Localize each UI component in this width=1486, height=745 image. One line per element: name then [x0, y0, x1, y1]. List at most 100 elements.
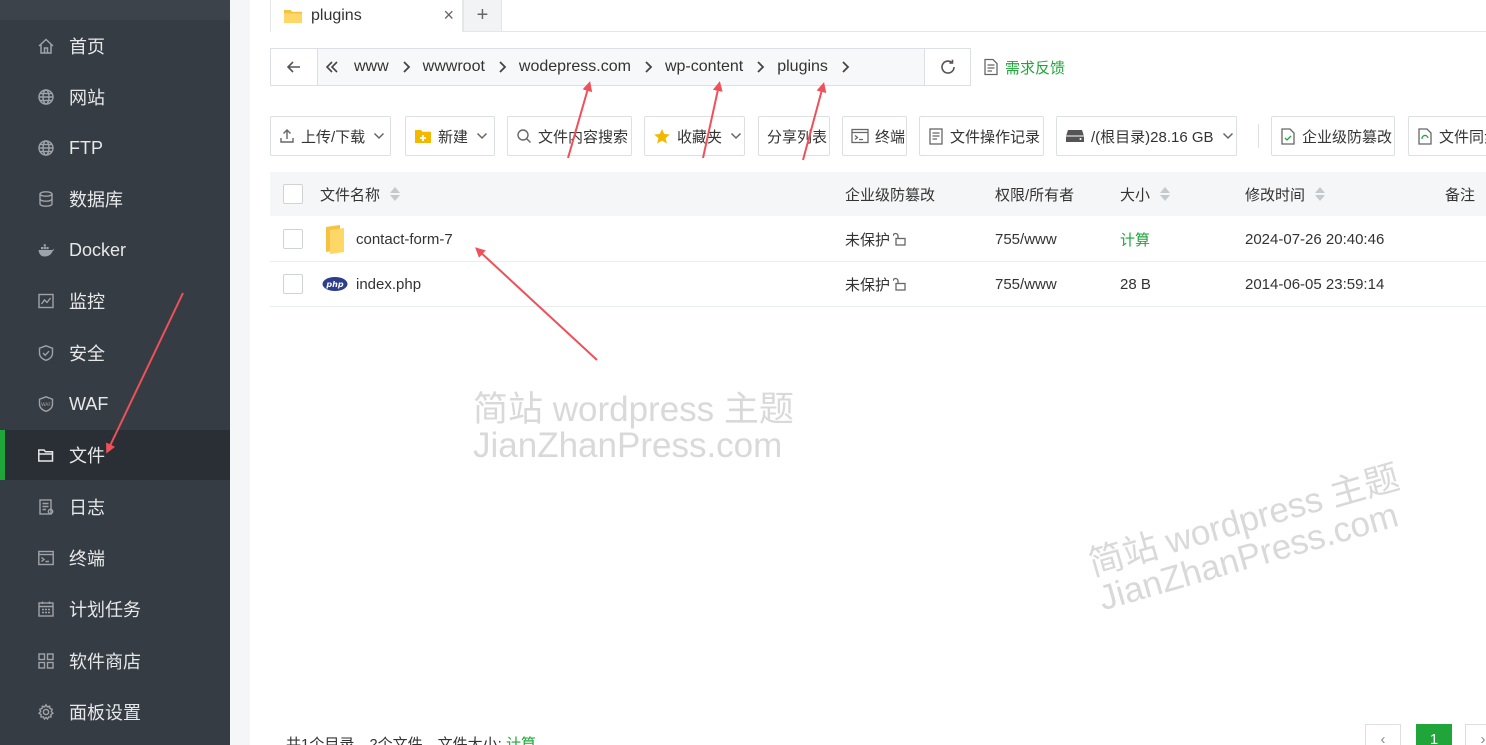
breadcrumb-www[interactable]: www [354, 58, 389, 76]
close-icon[interactable]: × [443, 5, 454, 26]
col-mtime-header[interactable]: 修改时间 [1245, 172, 1326, 216]
double-chevron-left-icon[interactable] [324, 60, 340, 74]
sort-icon[interactable] [1160, 187, 1171, 201]
breadcrumb[interactable]: www wwwroot wodepress.com wp-content plu… [318, 49, 924, 85]
page-1-button[interactable]: 1 [1416, 724, 1452, 745]
header-label: 修改时间 [1245, 186, 1306, 204]
file-name[interactable]: index.php [356, 262, 421, 306]
next-page-button[interactable]: › [1465, 724, 1486, 745]
edit-note-icon [983, 58, 999, 76]
hard-drive-icon [1065, 129, 1085, 143]
table-row[interactable]: contact-form-7 未保护 755/www 计算 2024-07-26… [270, 217, 1486, 262]
sidebar-item-label: 数据库 [69, 190, 123, 210]
sidebar-item-cron[interactable]: 计划任务 [0, 584, 230, 634]
row-checkbox[interactable] [283, 229, 303, 249]
folder-icon [37, 446, 55, 464]
col-name-header[interactable]: 文件名称 [320, 172, 401, 216]
unlock-icon [893, 277, 907, 291]
footer-calc-link[interactable]: 计算 [506, 736, 536, 745]
tamper-status-label: 未保护 [845, 276, 891, 294]
upload-icon [279, 128, 295, 144]
chevron-right-icon [497, 60, 507, 74]
sidebar-item-store[interactable]: 软件商店 [0, 636, 230, 686]
share-list-button[interactable]: 分享列表 [758, 116, 830, 156]
monitor-icon [37, 292, 55, 310]
terminal-button[interactable]: 终端 [842, 116, 907, 156]
permission[interactable]: 755/www [995, 262, 1057, 306]
breadcrumb-plugins[interactable]: plugins [777, 58, 828, 76]
search-icon [516, 128, 532, 144]
permission[interactable]: 755/www [995, 217, 1057, 261]
upload-download-button[interactable]: 上传/下载 [270, 116, 391, 156]
table-row[interactable]: php index.php 未保护 755/www 28 B 2014-06-0… [270, 262, 1486, 307]
feedback-label: 需求反馈 [1005, 59, 1066, 77]
file-size: 28 B [1120, 275, 1151, 293]
favorites-button[interactable]: 收藏夹 [644, 116, 745, 156]
home-icon [37, 37, 55, 55]
sort-icon[interactable] [390, 187, 401, 201]
header-label: 文件名称 [320, 186, 381, 204]
button-label: 上传/下载 [301, 128, 366, 146]
sidebar-item-ftp[interactable]: FTP [0, 123, 230, 173]
col-size-header[interactable]: 大小 [1120, 172, 1171, 216]
sidebar-item-database[interactable]: 数据库 [0, 174, 230, 224]
svg-text:php: php [325, 280, 343, 289]
sidebar-item-home[interactable]: 首页 [0, 21, 230, 71]
ftp-globe-icon [37, 139, 55, 157]
refresh-button[interactable] [924, 49, 970, 85]
footer-summary: 共1个目录，2个文件，文件大小: 计算 [286, 733, 536, 745]
tamper-status[interactable]: 未保护 [845, 217, 907, 261]
button-label: 分享列表 [767, 128, 828, 146]
button-label: 新建 [438, 128, 469, 146]
gear-icon [37, 703, 55, 721]
size-calc-link[interactable]: 计算 [1120, 217, 1150, 261]
col-perm-header: 权限/所有者 [995, 172, 1074, 216]
button-label: /(根目录)28.16 GB [1091, 128, 1214, 146]
file-sync-button[interactable]: 文件同步 [1408, 116, 1486, 156]
breadcrumb-wodepress[interactable]: wodepress.com [519, 58, 631, 76]
header-label: 备注 [1445, 186, 1476, 204]
sort-icon[interactable] [1315, 187, 1326, 201]
sidebar-item-security[interactable]: 安全 [0, 328, 230, 378]
row-checkbox[interactable] [283, 274, 303, 294]
breadcrumb-wwwroot[interactable]: wwwroot [423, 58, 485, 76]
sidebar-item-logs[interactable]: 日志 [0, 482, 230, 532]
sidebar-item-settings[interactable]: 面板设置 [0, 687, 230, 737]
feedback-link[interactable]: 需求反馈 [983, 56, 1065, 78]
add-tab-button[interactable]: + [463, 0, 502, 32]
button-label: 企业级防篡改 [1302, 128, 1393, 146]
sidebar-item-files[interactable]: 文件 [0, 430, 230, 480]
refresh-icon [940, 59, 955, 74]
breadcrumb-wp-content[interactable]: wp-content [665, 58, 743, 76]
sidebar-item-waf[interactable]: WAF WAF [0, 379, 230, 429]
sidebar-item-terminal[interactable]: 终端 [0, 533, 230, 583]
docker-icon [37, 241, 55, 259]
back-button[interactable] [271, 49, 318, 85]
tamper-status[interactable]: 未保护 [845, 262, 907, 306]
log-icon [37, 498, 55, 516]
button-label: 收藏夹 [677, 128, 723, 146]
terminal-icon [851, 128, 869, 144]
chevron-right-icon [401, 60, 411, 74]
sidebar-item-website[interactable]: 网站 [0, 72, 230, 122]
content-search-button[interactable]: 文件内容搜索 [507, 116, 632, 156]
sidebar-item-label: 计划任务 [69, 600, 141, 620]
tab-plugins[interactable]: plugins × [270, 0, 463, 32]
tamper-doc-icon [1280, 127, 1296, 145]
prev-page-button[interactable]: ‹ [1365, 724, 1401, 745]
sidebar-item-monitor[interactable]: 监控 [0, 276, 230, 326]
php-file-icon: php [322, 262, 348, 306]
header-label: 大小 [1120, 186, 1151, 204]
sidebar-item-label: 网站 [69, 88, 105, 108]
sidebar-item-docker[interactable]: Docker [0, 225, 230, 275]
tamper-proof-button[interactable]: 企业级防篡改 [1271, 116, 1395, 156]
sidebar-item-label: 日志 [69, 498, 105, 518]
file-log-button[interactable]: 文件操作记录 [919, 116, 1044, 156]
file-name[interactable]: contact-form-7 [356, 217, 453, 261]
disk-select-button[interactable]: /(根目录)28.16 GB [1056, 116, 1237, 156]
col-tamper-header: 企业级防篡改 [845, 172, 935, 216]
star-icon [653, 128, 671, 145]
waf-shield-icon: WAF [37, 395, 55, 413]
new-button[interactable]: 新建 [405, 116, 495, 156]
select-all-checkbox[interactable] [283, 184, 303, 204]
